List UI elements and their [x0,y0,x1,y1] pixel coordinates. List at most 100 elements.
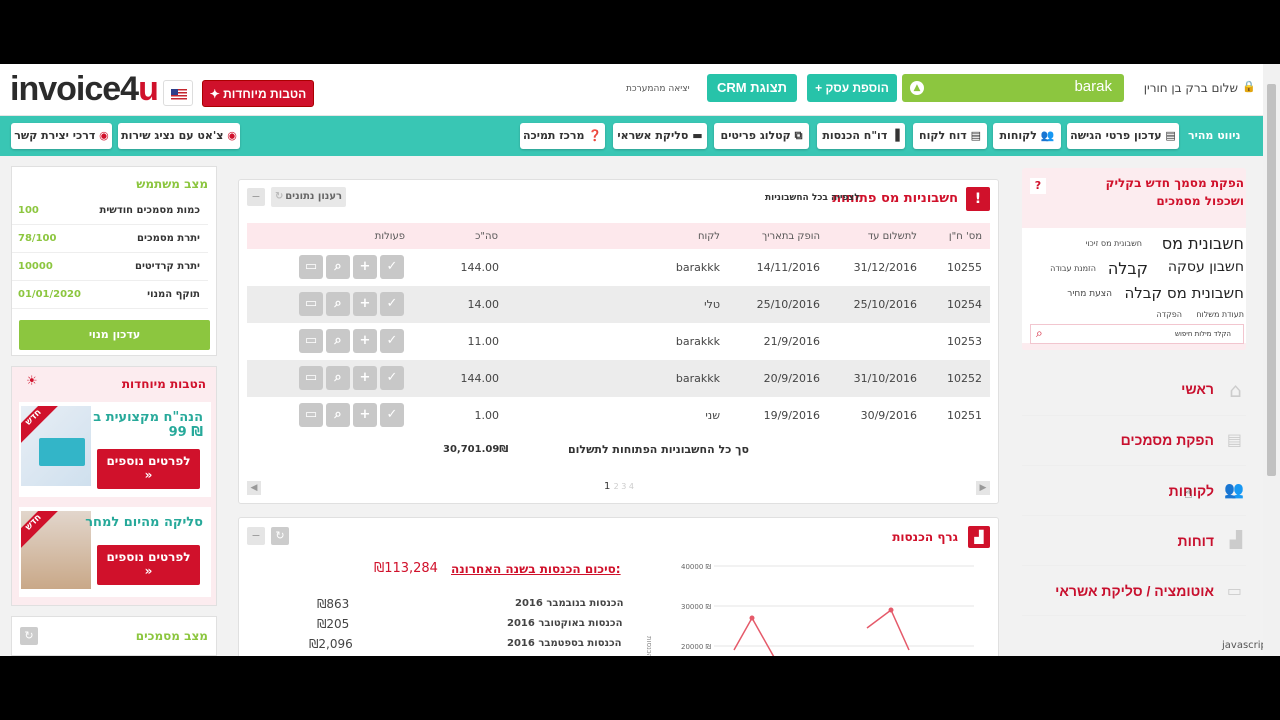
table-row[interactable]: 10251 30/9/2016 19/9/2016 שני 1.00 ▭ ⌕ + ✓ [247,397,990,434]
search-icon[interactable]: ⌕ [326,403,350,427]
income-row-label: הכנסות בספטמבר 2016 [507,638,622,649]
nav-update-access[interactable]: עדכון פרטי הגישה ▤ [1067,123,1179,149]
scrollbar-thumb[interactable] [1267,84,1276,476]
collapse-button[interactable]: − [247,188,265,206]
store-icon[interactable]: ▭ [299,329,323,353]
side-nav-home[interactable]: ⌂ ראשי [1022,366,1246,416]
doc-search-input[interactable]: ⌕ הקלד מילות חיפוש [1030,324,1244,344]
document-icon: ▤ [1226,430,1242,449]
top-bar: invoice4u ✦ הטבות מיוחדות יציאה מהמערכת … [0,64,1263,116]
nav-contact[interactable]: דרכי יצירת קשר ◉ [11,123,112,149]
logo[interactable]: invoice4u [10,70,159,109]
store-icon[interactable]: ▭ [299,366,323,390]
plus-icon[interactable]: + [353,366,377,390]
more-details-button[interactable]: לפרטים נוספים» [97,545,200,585]
nav-income-report[interactable]: דו"ח הכנסות ▐ [817,123,905,149]
check-icon[interactable]: ✓ [380,292,404,316]
col-due: לתשלום עד [867,231,917,242]
new-badge: חדש [21,511,62,551]
help-button[interactable]: ? [1030,178,1046,194]
plus-icon[interactable]: + [353,329,377,353]
check-icon[interactable]: ✓ [380,255,404,279]
doc-delivery-note-link[interactable]: תעודת משלוח [1196,310,1244,319]
nav-customers[interactable]: לקוחות 👥 [993,123,1061,149]
search-icon[interactable]: ⌕ [326,292,350,316]
promo-card[interactable]: חדש סליקה מהיום למחר לפרטים נוספים» [19,507,211,597]
side-nav-documents[interactable]: ▤ הפקת מסמכים [1022,416,1246,466]
crm-view-button[interactable]: CRM תצוגת [707,74,797,102]
table-row[interactable]: 10254 25/10/2016 25/10/2016 טלי 14.00 ▭ ⌕ + ✓ [247,286,990,323]
logout-link[interactable]: יציאה מהמערכת [626,84,690,94]
special-offers-button[interactable]: ✦ הטבות מיוחדות [202,80,314,107]
next-page-button[interactable]: ▶ [976,481,990,495]
more-details-button[interactable]: לפרטים נוספים» [97,449,200,489]
plus-icon[interactable]: + [353,255,377,279]
credit-card-icon: ▭ [1226,581,1242,600]
data-point[interactable] [749,615,755,621]
doc-quote-link[interactable]: הצעת מחיר [1067,289,1112,299]
add-business-button[interactable]: + הוספת עסק [807,74,897,102]
data-point[interactable] [888,607,894,613]
table-row[interactable]: 10255 31/12/2016 14/11/2016 barakkk 144.00 ▭… [247,249,990,286]
bar-chart-icon: ▟ [1229,530,1242,549]
table-row[interactable]: 10252 31/10/2016 20/9/2016 barakkk 144.00 ▭ ⌕… [247,360,990,397]
doc-deal-account-link[interactable]: חשבון עסקה [1168,259,1244,275]
scrollbar[interactable] [1263,64,1280,656]
pagination[interactable]: 1 2 3 4 [604,481,634,492]
check-icon[interactable]: ✓ [380,329,404,353]
side-nav-reports[interactable]: ▟ דוחות [1022,516,1246,566]
nav-catalog[interactable]: קטלוג פריטים ⧉ [714,123,809,149]
nav-credit-clearing[interactable]: סליקת אשראי ▬ [613,123,707,149]
promo-title: הנה"ח מקצועית ב 99 ₪ [93,410,203,440]
doc-credit-invoice-link[interactable]: חשבונית מס זיכוי [1086,239,1142,248]
search-icon[interactable]: ⌕ [326,329,350,353]
col-number: מס' ח"ן [948,231,982,242]
panel-title: מצב משתמש [136,177,208,191]
doc-invoice-receipt-link[interactable]: חשבונית מס קבלה [1124,284,1244,302]
search-icon[interactable]: ⌕ [326,366,350,390]
series-line [866,608,910,651]
side-nav-automation[interactable]: ▭ אוטומציה / סליקת אשראי [1022,566,1246,616]
doc-deposit-link[interactable]: הפקדה [1157,310,1183,319]
status-row: יתרת מסמכים 78/100 [12,225,208,253]
refresh-icon[interactable]: ↻ [20,627,38,645]
side-nav-customers[interactable]: 👥 לקוחות [1022,466,1246,516]
refresh-data-button[interactable]: ↻ רענון נתונים [271,187,346,207]
check-icon[interactable]: ✓ [380,403,404,427]
income-row-label: הכנסות באוקטובר 2016 [507,618,623,629]
doc-work-order-link[interactable]: הזמנת עבודה [1050,264,1096,273]
view-all-invoices-link[interactable]: לצפייה בכל החשבוניות [765,193,860,203]
sum-label: סך כל החשבוניות הפתוחות לתשלום [568,443,750,456]
promo-card[interactable]: חדש הנה"ח מקצועית ב 99 ₪ לפרטים נוספים» [19,402,211,497]
store-icon[interactable]: ▭ [299,292,323,316]
plus-icon[interactable]: + [353,403,377,427]
plus-icon[interactable]: + [353,292,377,316]
mouse-cursor-icon: ☝ [1184,486,1193,502]
refresh-icon[interactable]: ↻ [271,527,289,545]
status-row: יתרת קרדיטים 10000 [12,253,208,281]
fast-nav-label: ניווט מהיר [1188,129,1241,142]
update-subscription-button[interactable]: עדכון מנוי [19,320,210,350]
us-flag-icon[interactable] [163,80,193,106]
doc-invoice-link[interactable]: חשבונית מס [1162,234,1244,253]
doc-receipt-link[interactable]: קבלה [1108,259,1148,278]
store-icon[interactable]: ▭ [299,255,323,279]
table-row[interactable]: 10253 21/9/2016 barakkk 11.00 ▭ ⌕ + ✓ [247,323,990,360]
store-icon[interactable]: ▭ [299,403,323,427]
chevron-up-icon: ▲ [910,81,924,95]
nav-support[interactable]: מרכז תמיכה ❓ [520,123,605,149]
alert-icon: ! [966,187,990,211]
collapse-button[interactable]: − [247,527,265,545]
home-icon: ⌂ [1229,378,1242,402]
new-document-panel: הפקת מסמך חדש בקליק ושכפול מסמכים ? חשבו… [1022,168,1246,350]
check-icon[interactable]: ✓ [380,366,404,390]
nav-chat[interactable]: צ'אט עם נציג שירות ◉ [118,123,240,149]
search-icon[interactable]: ⌕ [326,255,350,279]
invoices-table-header: מס' ח"ן לתשלום עד הופק בתאריך לקוח סה"כ … [247,223,990,249]
nav-customer-report[interactable]: דוח לקוח ▤ [913,123,987,149]
prev-page-button[interactable]: ◀ [247,481,261,495]
docs-status-panel: מצב מסמכים ↻ [11,616,217,656]
business-selector[interactable]: ▲ barak [902,74,1124,102]
user-status-panel: מצב משתמש כמות מסמכים חודשית 100 יתרת מסמ… [11,166,217,356]
panel-title: גרף הכנסות [892,530,958,544]
